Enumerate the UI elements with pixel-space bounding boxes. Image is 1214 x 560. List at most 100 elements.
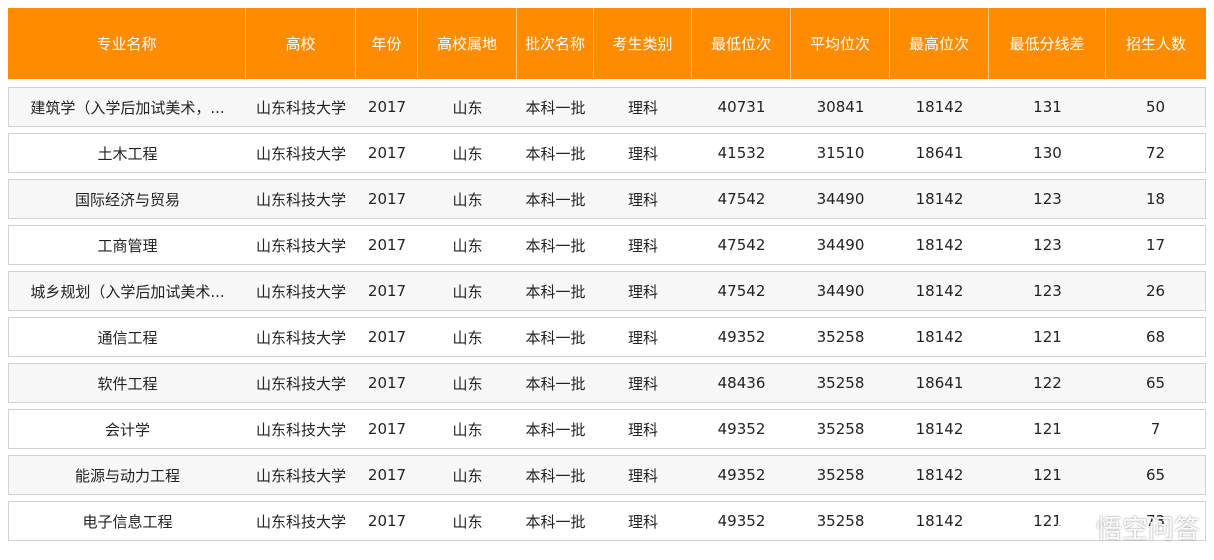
table-cell: 47542 [692, 225, 791, 265]
table-cell: 理科 [594, 179, 692, 219]
table-cell: 18142 [890, 455, 989, 495]
header-row: 专业名称 高校 年份 高校属地 批次名称 考生类别 最低位次 平均位次 最高位次 最低分线差 招生人… [8, 8, 1206, 79]
table-cell: 49352 [692, 455, 791, 495]
table-cell: 31510 [791, 133, 890, 173]
table-cell: 68 [1106, 317, 1206, 357]
table-cell: 121 [989, 317, 1106, 357]
table-cell: 理科 [594, 455, 692, 495]
table-cell: 49352 [692, 501, 791, 541]
table-cell: 山东科技大学 [246, 87, 356, 127]
table-cell: 121 [989, 455, 1106, 495]
table-cell: 34490 [791, 271, 890, 311]
table-row: 电子信息工程 山东科技大学 2017 山东 本科一批 理科 49352 35258 18142 1… [8, 501, 1206, 541]
table-cell: 理科 [594, 409, 692, 449]
table-cell: 本科一批 [517, 179, 594, 219]
table-cell: 40731 [692, 87, 791, 127]
table-cell: 2017 [356, 271, 418, 311]
table-cell: 18641 [890, 133, 989, 173]
table-cell: 山东 [418, 271, 517, 311]
table-cell: 山东科技大学 [246, 317, 356, 357]
table-cell: 国际经济与贸易 [8, 179, 246, 219]
table-cell: 山东科技大学 [246, 363, 356, 403]
column-header: 最高位次 [890, 8, 989, 79]
table-cell: 本科一批 [517, 363, 594, 403]
table-cell: 18142 [890, 409, 989, 449]
table-cell: 山东科技大学 [246, 409, 356, 449]
table-cell: 123 [989, 271, 1106, 311]
admission-table-container: 专业名称 高校 年份 高校属地 批次名称 考生类别 最低位次 平均位次 最高位次 最低分线差 招生人… [8, 8, 1206, 541]
table-cell: 理科 [594, 271, 692, 311]
table-cell: 山东 [418, 501, 517, 541]
table-cell: 65 [1106, 455, 1206, 495]
table-cell: 2017 [356, 87, 418, 127]
table-cell: 18142 [890, 87, 989, 127]
table-cell: 72 [1106, 133, 1206, 173]
table-cell: 35258 [791, 409, 890, 449]
table-cell: 30841 [791, 87, 890, 127]
table-row: 工商管理 山东科技大学 2017 山东 本科一批 理科 47542 34490 18142 123… [8, 225, 1206, 265]
table-cell: 山东科技大学 [246, 455, 356, 495]
table-cell: 山东 [418, 225, 517, 265]
table-cell: 电子信息工程 [8, 501, 246, 541]
table-cell: 城乡规划（入学后加试美术... [8, 271, 246, 311]
table-cell: 17 [1106, 225, 1206, 265]
table-cell: 土木工程 [8, 133, 246, 173]
table-cell: 50 [1106, 87, 1206, 127]
table-cell: 18641 [890, 363, 989, 403]
table-row: 会计学 山东科技大学 2017 山东 本科一批 理科 49352 35258 18142 121 7 [8, 409, 1206, 449]
table-cell: 26 [1106, 271, 1206, 311]
table-cell: 理科 [594, 363, 692, 403]
table-cell: 山东科技大学 [246, 225, 356, 265]
header-spacer [8, 79, 1206, 87]
column-header: 高校属地 [418, 8, 517, 79]
table-row: 土木工程 山东科技大学 2017 山东 本科一批 理科 41532 31510 18641 130… [8, 133, 1206, 173]
table-row: 国际经济与贸易 山东科技大学 2017 山东 本科一批 理科 47542 34490 18142… [8, 179, 1206, 219]
column-header: 平均位次 [791, 8, 890, 79]
column-header: 最低位次 [692, 8, 791, 79]
table-row: 能源与动力工程 山东科技大学 2017 山东 本科一批 理科 49352 35258 18142… [8, 455, 1206, 495]
table-cell: 山东科技大学 [246, 179, 356, 219]
column-header: 最低分线差 [989, 8, 1106, 79]
table-row: 城乡规划（入学后加试美术... 山东科技大学 2017 山东 本科一批 理科 47542 34… [8, 271, 1206, 311]
table-cell: 本科一批 [517, 225, 594, 265]
table-cell: 41532 [692, 133, 791, 173]
table-cell: 2017 [356, 133, 418, 173]
table-cell: 18142 [890, 225, 989, 265]
table-cell: 35258 [791, 363, 890, 403]
table-cell: 131 [989, 87, 1106, 127]
table-cell: 122 [989, 363, 1106, 403]
table-cell: 本科一批 [517, 271, 594, 311]
table-cell: 2017 [356, 501, 418, 541]
table-cell: 18142 [890, 271, 989, 311]
table-cell: 18142 [890, 179, 989, 219]
table-cell: 35258 [791, 455, 890, 495]
table-cell: 2017 [356, 455, 418, 495]
table-cell: 本科一批 [517, 455, 594, 495]
table-cell: 山东 [418, 363, 517, 403]
table-row: 软件工程 山东科技大学 2017 山东 本科一批 理科 48436 35258 18641 122… [8, 363, 1206, 403]
table-cell: 73 [1106, 501, 1206, 541]
table-cell: 能源与动力工程 [8, 455, 246, 495]
table-body: 建筑学（入学后加试美术，... 山东科技大学 2017 山东 本科一批 理科 40731 30… [8, 79, 1206, 541]
table-cell: 2017 [356, 409, 418, 449]
table-cell: 山东 [418, 455, 517, 495]
table-cell: 2017 [356, 179, 418, 219]
spacer-cell [8, 79, 1206, 87]
column-header: 高校 [246, 8, 356, 79]
table-cell: 山东科技大学 [246, 501, 356, 541]
table-cell: 121 [989, 409, 1106, 449]
table-cell: 18142 [890, 317, 989, 357]
table-cell: 121 [989, 501, 1106, 541]
table-cell: 会计学 [8, 409, 246, 449]
table-cell: 49352 [692, 409, 791, 449]
table-cell: 123 [989, 225, 1106, 265]
table-cell: 山东 [418, 87, 517, 127]
table-cell: 理科 [594, 225, 692, 265]
table-cell: 本科一批 [517, 317, 594, 357]
table-cell: 47542 [692, 179, 791, 219]
table-cell: 123 [989, 179, 1106, 219]
table-cell: 35258 [791, 317, 890, 357]
table-cell: 2017 [356, 363, 418, 403]
table-cell: 65 [1106, 363, 1206, 403]
table-cell: 18 [1106, 179, 1206, 219]
